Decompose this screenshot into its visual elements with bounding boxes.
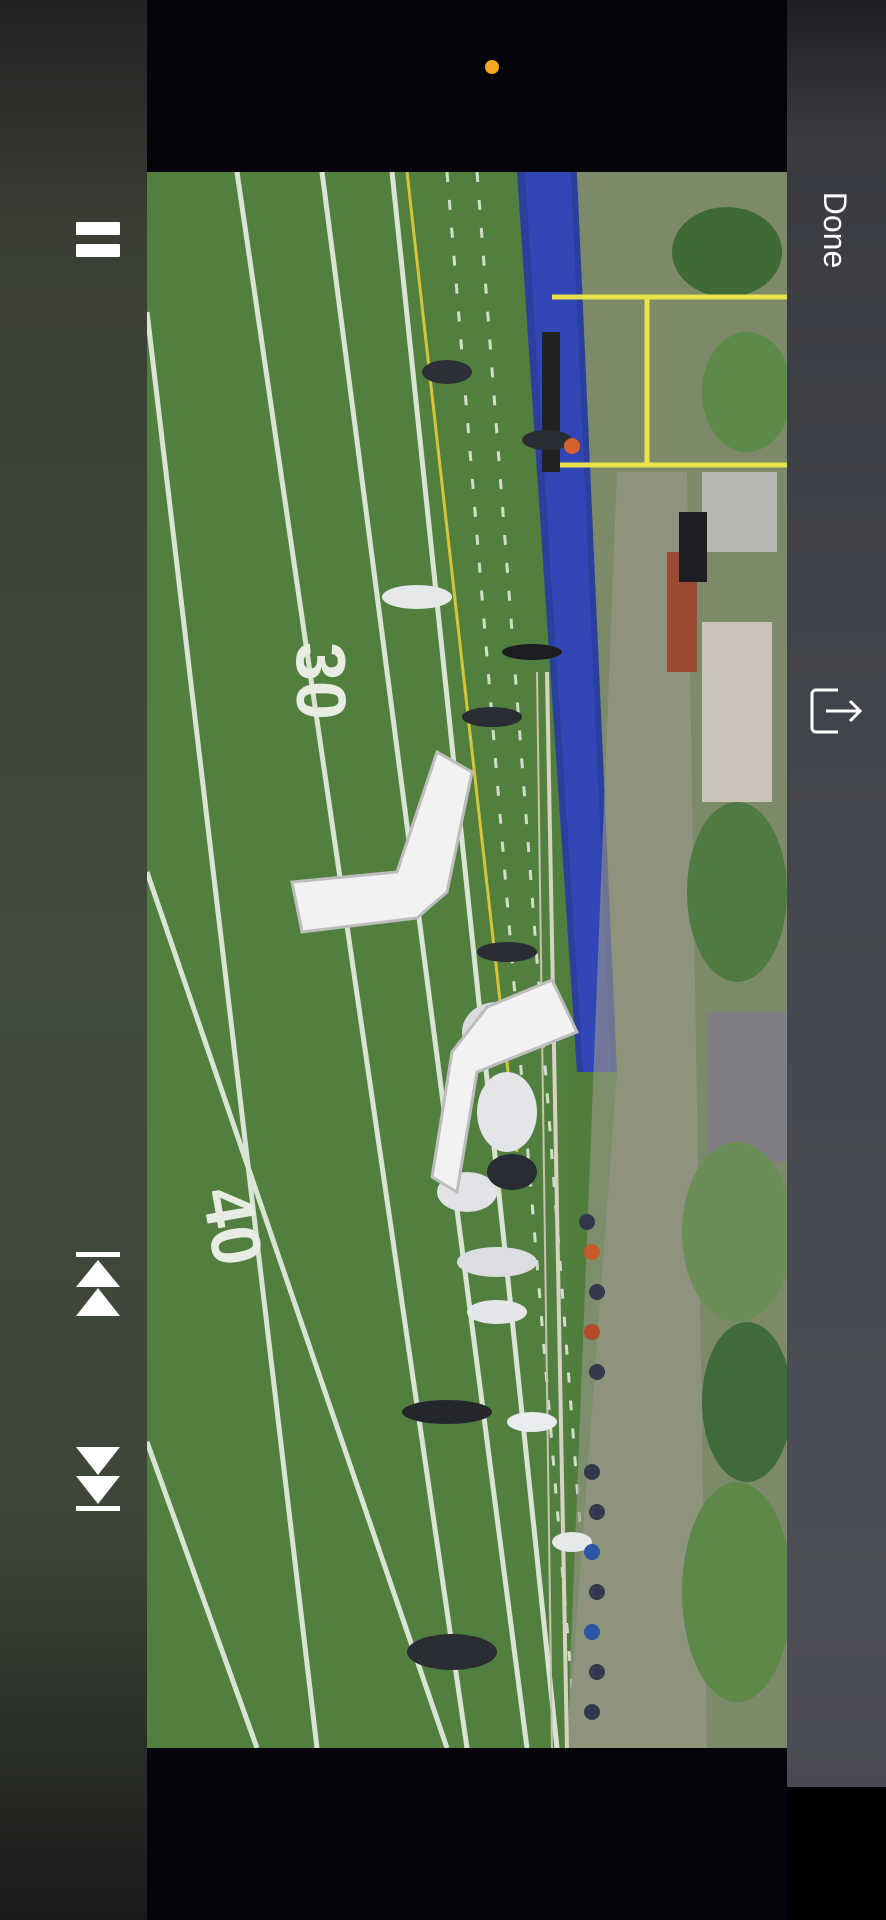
done-button[interactable]: Done (815, 185, 855, 275)
playback-controls-bar (0, 0, 147, 1920)
top-controls-bar-end (787, 1787, 886, 1920)
yard-number-40: 40 (187, 1181, 277, 1271)
recording-indicator-dot (485, 60, 499, 74)
share-icon[interactable] (808, 686, 866, 736)
letterbox-top (147, 0, 787, 172)
video-content: 30 40 (147, 172, 787, 1748)
pause-icon[interactable] (76, 222, 120, 258)
yard-number-30: 30 (282, 642, 360, 720)
skip-back-icon[interactable] (76, 1252, 120, 1320)
video-frame[interactable]: 30 40 (147, 172, 787, 1748)
skip-forward-icon[interactable] (76, 1443, 120, 1511)
letterbox-bottom (147, 1748, 787, 1920)
